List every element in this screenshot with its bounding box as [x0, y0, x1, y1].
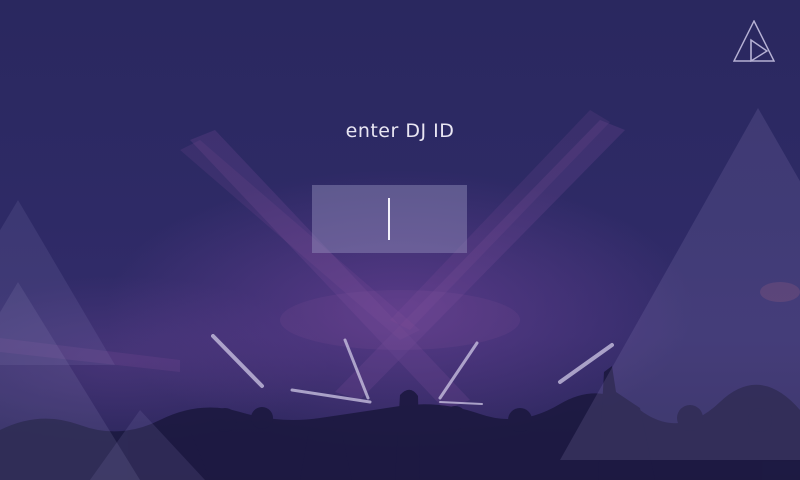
page-title: enter DJ ID — [345, 120, 455, 142]
dj-id-field[interactable] — [312, 185, 467, 253]
triangle-play-logo-icon[interactable] — [733, 20, 775, 62]
dj-login-screen: enter DJ ID — [0, 0, 800, 480]
text-cursor — [388, 198, 390, 240]
